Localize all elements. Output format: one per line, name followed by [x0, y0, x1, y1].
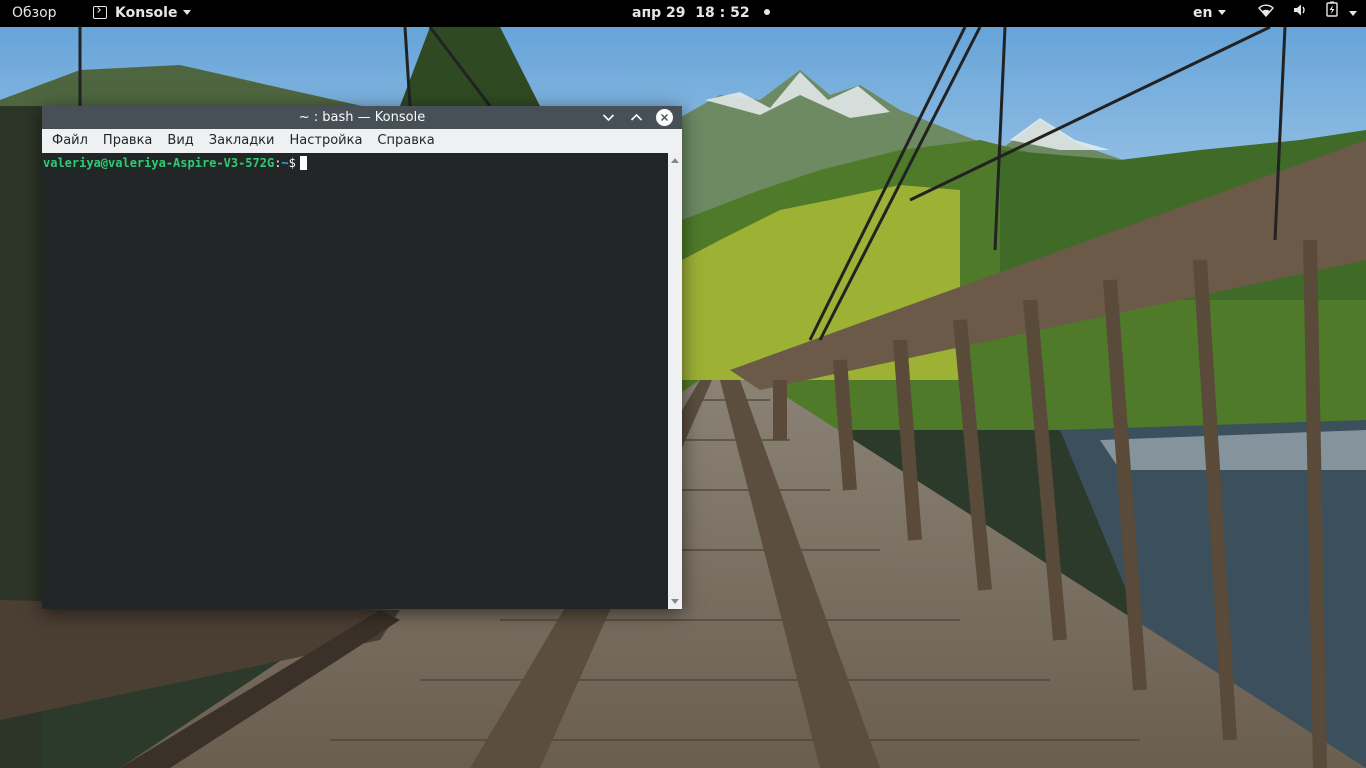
maximize-button[interactable] — [628, 109, 645, 126]
clock-label: апр 29 18 : 52 — [632, 5, 750, 21]
clock-button[interactable]: апр 29 18 : 52 — [632, 0, 770, 27]
shell-prompt: valeriya@valeriya-Aspire-V3-572G:~$ — [43, 156, 307, 170]
system-menu-button[interactable] — [1258, 0, 1366, 27]
menu-bar: Файл Правка Вид Закладки Настройка Справка — [42, 129, 682, 153]
app-menu-button[interactable]: Konsole — [93, 0, 192, 27]
chevron-down-icon — [1218, 10, 1227, 15]
terminal-icon — [93, 6, 107, 19]
menu-bookmarks[interactable]: Закладки — [202, 129, 282, 153]
notification-dot-icon — [763, 9, 770, 15]
chevron-up-icon — [630, 113, 643, 121]
menu-view[interactable]: Вид — [160, 129, 200, 153]
menu-settings[interactable]: Настройка — [282, 129, 369, 153]
app-menu-label: Konsole — [115, 5, 178, 21]
wifi-icon — [1258, 0, 1274, 27]
menu-edit[interactable]: Правка — [96, 129, 159, 153]
text-cursor — [299, 156, 307, 170]
desktop: Обзор Konsole апр 29 18 : 52 en ~ : bash… — [0, 0, 1366, 768]
close-icon — [661, 114, 668, 121]
scroll-up-icon[interactable] — [671, 158, 679, 163]
menu-help[interactable]: Справка — [370, 129, 441, 153]
chevron-down-icon — [1348, 11, 1357, 16]
konsole-window: ~ : bash — Konsole Файл Правка Вид Закладки… — [42, 106, 682, 609]
battery-charging-icon — [1326, 0, 1338, 27]
terminal-scrollbar[interactable] — [668, 153, 682, 609]
prompt-directory: ~ — [281, 156, 289, 170]
prompt-user-host: valeriya@valeriya-Aspire-V3-572G — [43, 156, 275, 170]
window-titlebar[interactable]: ~ : bash — Konsole — [42, 106, 682, 129]
window-title: ~ : bash — Konsole — [298, 110, 426, 125]
minimize-button[interactable] — [600, 109, 617, 126]
terminal-area[interactable]: valeriya@valeriya-Aspire-V3-572G:~$ — [42, 153, 668, 609]
prompt-symbol: $ — [288, 156, 296, 170]
scroll-down-icon[interactable] — [671, 599, 679, 604]
top-bar: Обзор Konsole апр 29 18 : 52 en — [0, 0, 1366, 27]
activities-button[interactable]: Обзор — [12, 0, 57, 27]
close-button[interactable] — [656, 109, 673, 126]
keyboard-layout-label: en — [1193, 5, 1213, 21]
volume-icon — [1293, 0, 1307, 27]
keyboard-layout-button[interactable]: en — [1193, 0, 1227, 27]
chevron-down-icon — [183, 10, 192, 15]
menu-file[interactable]: Файл — [45, 129, 95, 153]
chevron-down-icon — [602, 114, 615, 122]
